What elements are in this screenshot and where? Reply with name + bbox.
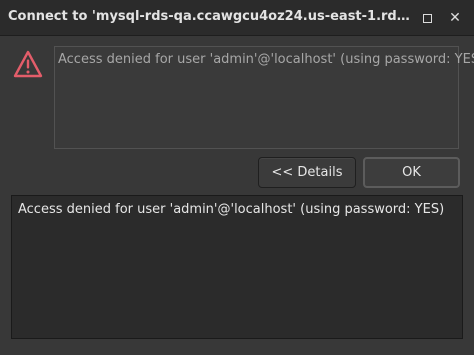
close-icon: ✕ [449,10,461,26]
warning-icon [13,50,43,78]
title-bar[interactable]: Connect to 'mysql-rds-qa.ccawgcu4oz24.us… [0,0,474,36]
maximize-button[interactable] [415,6,439,30]
details-text-area[interactable]: Access denied for user 'admin'@'localhos… [11,195,463,339]
error-message: Access denied for user 'admin'@'localhos… [58,52,474,67]
details-text: Access denied for user 'admin'@'localhos… [18,202,445,217]
message-box: Access denied for user 'admin'@'localhos… [54,46,474,149]
error-dialog-window: Connect to 'mysql-rds-qa.ccawgcu4oz24.us… [0,0,474,355]
window-title: Connect to 'mysql-rds-qa.ccawgcu4oz24.us… [8,9,416,24]
details-button[interactable]: << Details [258,157,356,188]
ok-button[interactable]: OK [363,157,460,188]
maximize-icon [422,13,432,23]
close-button[interactable]: ✕ [443,6,467,30]
